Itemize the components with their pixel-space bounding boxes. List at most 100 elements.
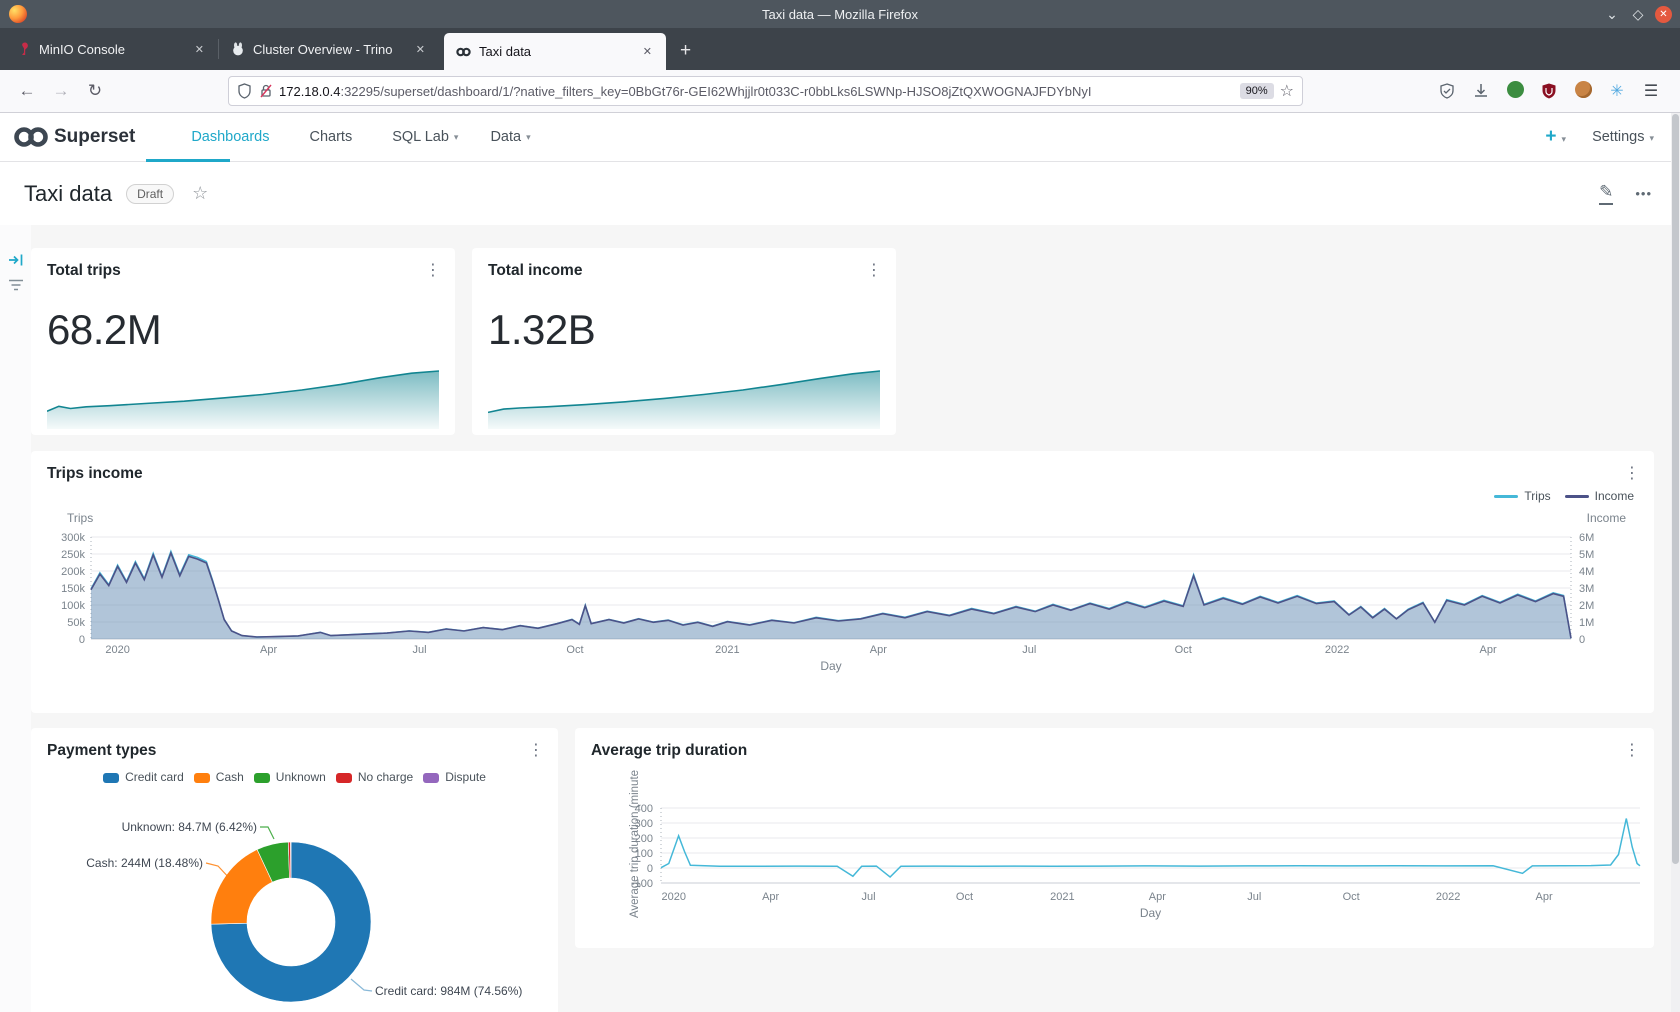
svg-text:1M: 1M [1579,617,1594,629]
shield-permissions-icon[interactable] [237,83,252,99]
ublock-shield-icon[interactable] [1534,82,1564,100]
svg-text:Apr: Apr [762,891,779,903]
svg-text:2021: 2021 [715,644,739,656]
nav-item-sql-lab[interactable]: SQL Lab [392,129,449,145]
chevron-down-icon: ▾ [1649,133,1654,143]
big-number-value: 68.2M [47,306,161,354]
tab-close-icon[interactable]: ✕ [191,43,208,56]
tab-minio-console[interactable]: MinIO Console ✕ [6,28,218,70]
extension-star-icon[interactable]: ✳ [1602,81,1632,101]
insecure-lock-icon[interactable] [259,83,273,99]
tab-trino[interactable]: Cluster Overview - Trino ✕ [219,28,439,70]
window-titlebar: Taxi data — Mozilla Firefox ⌄ ◇ ✕ [0,0,1680,28]
svg-text:Apr: Apr [1149,891,1166,903]
url-text: 172.18.0.4:32295/superset/dashboard/1/?n… [279,84,1234,99]
scrollbar-thumb[interactable] [1672,114,1679,864]
filter-list-icon[interactable] [8,278,24,292]
page-title: Taxi data [24,181,112,207]
edit-dashboard-icon[interactable]: ✎ [1599,182,1613,205]
favorite-star-icon[interactable]: ☆ [192,183,208,204]
svg-text:200: 200 [635,833,653,845]
svg-text:2M: 2M [1579,600,1594,612]
donut-callout-unknown: Unknown: 84.7M (6.42%) [122,820,257,834]
chevron-down-icon: ▾ [526,132,531,143]
tab-bar: MinIO Console ✕ Cluster Overview - Trino… [0,28,1680,70]
page-scrollbar[interactable] [1671,113,1680,1012]
svg-text:Jul: Jul [1247,891,1261,903]
superset-logo-icon[interactable] [12,123,50,151]
download-icon[interactable] [1466,82,1496,100]
minio-icon [18,42,31,56]
svg-text:5M: 5M [1579,549,1594,561]
total-trips-sparkline[interactable] [47,367,439,429]
svg-text:2020: 2020 [661,891,685,903]
reload-button[interactable]: ↻ [78,81,112,101]
svg-text:2021: 2021 [1050,891,1074,903]
svg-text:Apr: Apr [260,644,277,656]
svg-text:50k: 50k [67,617,85,629]
privacy-badger-icon[interactable] [1500,81,1530,102]
card-total-trips: Total trips ⋮ 68.2M [31,248,455,435]
url-path: :32295/superset/dashboard/1/?native_filt… [340,84,1091,99]
svg-text:Oct: Oct [1343,891,1360,903]
dashboard-header: Taxi data Draft ☆ ✎ ••• [0,162,1680,225]
url-bar[interactable]: 172.18.0.4:32295/superset/dashboard/1/?n… [228,76,1303,106]
svg-text:Apr: Apr [870,644,887,656]
filter-bar-collapsed [0,225,31,1012]
dashboard-body: Total trips ⋮ 68.2M Total income ⋮ 1.32B… [0,225,1680,1012]
total-income-sparkline[interactable] [488,367,880,429]
back-button[interactable]: ← [10,81,44,101]
brand-name[interactable]: Superset [54,126,135,148]
tab-label: Cluster Overview - Trino [253,42,404,57]
status-badge: Draft [126,184,174,204]
superset-tab-icon [456,47,471,57]
svg-text:Jul: Jul [413,644,427,656]
tab-taxi-data[interactable]: Taxi data ✕ [444,33,666,70]
tab-label: Taxi data [479,44,631,59]
svg-text:2022: 2022 [1436,891,1460,903]
svg-text:6M: 6M [1579,532,1594,544]
cookie-icon[interactable] [1568,81,1598,102]
shield-check-icon[interactable] [1432,82,1462,100]
x-axis-title: Day [661,906,1640,920]
menu-hamburger-icon[interactable]: ☰ [1636,81,1666,101]
window-close-icon[interactable]: ✕ [1655,6,1672,23]
svg-text:Oct: Oct [566,644,583,656]
svg-text:100k: 100k [61,600,85,612]
window-title: Taxi data — Mozilla Firefox [0,7,1680,22]
expand-filters-icon[interactable] [8,252,24,268]
kebab-menu-icon[interactable]: ⋮ [425,260,441,280]
nav-item-dashboards[interactable]: Dashboards [191,129,269,145]
trips-income-chart[interactable]: 300k6M250k5M200k4M150k3M100k2M50k1M00202… [31,451,1654,713]
svg-text:Jul: Jul [862,891,876,903]
kebab-menu-icon[interactable]: ⋮ [866,260,882,280]
svg-text:Apr: Apr [1535,891,1552,903]
window-maximize-icon[interactable]: ◇ [1625,6,1651,23]
svg-text:200k: 200k [61,566,85,578]
settings-menu[interactable]: Settings▾ [1592,128,1654,146]
svg-text:Apr: Apr [1480,644,1497,656]
bookmark-star-icon[interactable]: ☆ [1280,81,1294,101]
nav-item-data[interactable]: Data [490,129,521,145]
trino-icon [231,42,245,56]
nav-item-charts[interactable]: Charts [310,129,353,145]
chevron-down-icon: ▾ [1562,134,1567,144]
create-new-button[interactable]: +▾ [1545,126,1566,148]
forward-button[interactable]: → [44,81,78,101]
svg-text:Oct: Oct [956,891,973,903]
svg-text:250k: 250k [61,549,85,561]
tab-close-icon[interactable]: ✕ [639,45,656,58]
svg-text:3M: 3M [1579,583,1594,595]
window-shade-icon[interactable]: ⌄ [1599,6,1625,23]
svg-text:300: 300 [635,818,653,830]
svg-text:0: 0 [647,863,653,875]
card-payment-types: Payment types ⋮ Credit card Cash Unknown… [31,728,558,1012]
svg-text:150k: 150k [61,583,85,595]
new-tab-button[interactable]: + [666,40,705,62]
url-host: 172.18.0.4 [279,84,340,99]
zoom-level-badge[interactable]: 90% [1240,83,1274,99]
payment-types-donut[interactable] [31,728,558,1012]
tab-close-icon[interactable]: ✕ [412,43,429,56]
card-trips-income: Trips income ⋮ Trips Income Trips Income… [31,451,1654,713]
dashboard-menu-icon[interactable]: ••• [1635,186,1652,201]
